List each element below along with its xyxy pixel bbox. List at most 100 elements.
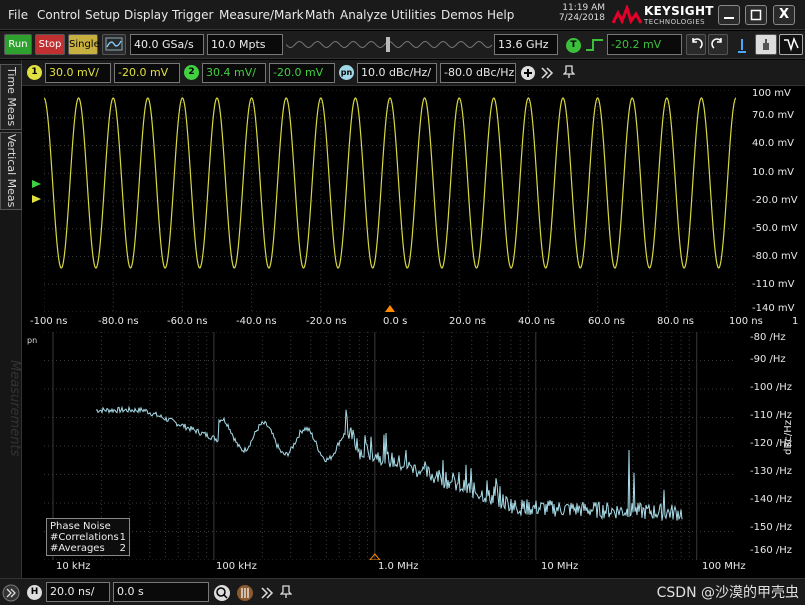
bandwidth-field[interactable]: 13.6 GHz — [494, 34, 558, 55]
menu-analyze[interactable]: Analyze — [340, 8, 387, 22]
menu-math[interactable]: Math — [305, 8, 335, 22]
maximize-icon — [750, 9, 762, 21]
channel-1-offset[interactable]: -20.0 mV — [114, 63, 180, 83]
x-tick: 80.0 ns — [657, 316, 694, 327]
time-axis: -100 ns -80.0 ns -60.0 ns -40.0 ns -20.0… — [26, 316, 805, 330]
pn-y-tick: -140 /Hz — [750, 494, 793, 505]
add-channel-icon[interactable] — [520, 65, 536, 81]
menu-utilities[interactable]: Utilities — [391, 8, 436, 22]
menu-help[interactable]: Help — [487, 8, 514, 22]
minimize-icon — [724, 17, 734, 19]
clock-time: 11:19 AM — [562, 3, 605, 13]
autoscale-icon — [105, 37, 123, 51]
waveform-overview[interactable] — [286, 34, 492, 55]
trigger-position-marker[interactable] — [385, 305, 395, 312]
time-meas-tab[interactable]: Time Meas — [0, 64, 22, 130]
y-tick: 40.0 mV — [752, 138, 795, 149]
x-tick: 40.0 ns — [518, 316, 555, 327]
touch-lock-button[interactable] — [755, 34, 777, 55]
x-tick: 100 ns — [729, 316, 763, 327]
pn-box-title: Phase Noise — [50, 521, 111, 532]
expand-channels-icon[interactable] — [540, 66, 554, 80]
pn-y-tick: -80 /Hz — [750, 332, 786, 343]
freq-tick: 10 MHz — [541, 561, 579, 572]
waveform-mode-icon — [784, 36, 799, 52]
close-button[interactable]: X — [773, 5, 795, 25]
trigger-level-field[interactable]: -20.2 mV — [607, 34, 682, 55]
memory-depth-field[interactable]: 10.0 Mpts — [207, 34, 283, 55]
y-tick: 70.0 mV — [752, 110, 795, 121]
pn-offset[interactable]: -80.0 dBc/Hz — [440, 63, 516, 83]
phase-noise-trace — [95, 405, 683, 521]
zoom-icon[interactable] — [213, 584, 231, 602]
voltage-axis: 100 mV 70.0 mV 40.0 mV 10.0 mV -20.0 mV … — [740, 88, 805, 320]
channel-2-marker[interactable] — [32, 180, 41, 188]
horizontal-position[interactable]: 0.0 s — [113, 582, 209, 602]
time-domain-waveform[interactable] — [44, 90, 736, 312]
measurements-watermark: Measurements — [7, 360, 22, 457]
phase-noise-info-box: Phase Noise #Correlations 1 #Averages 2 — [46, 518, 130, 556]
channel-1-scale[interactable]: 30.0 mV/ — [45, 63, 111, 83]
redo-button[interactable] — [708, 34, 728, 55]
channel-markers[interactable] — [30, 176, 44, 208]
maximize-button[interactable] — [745, 5, 767, 25]
freq-tick: 10 kHz — [56, 561, 91, 572]
menu-display[interactable]: Display — [124, 8, 168, 22]
minimize-button[interactable] — [718, 5, 740, 25]
menu-file[interactable]: File — [8, 8, 28, 22]
redo-icon — [711, 38, 722, 49]
expand-panel-icon[interactable] — [2, 584, 20, 602]
brand-name: KEYSIGHT — [644, 4, 714, 18]
freq-tick: 100 MHz — [702, 561, 746, 572]
single-button[interactable]: Single — [68, 34, 100, 55]
channel-1-badge[interactable]: 1 — [27, 65, 42, 80]
csdn-watermark: CSDN @沙漠的甲壳虫 — [656, 585, 799, 601]
expand-horizontal-icon[interactable] — [260, 586, 274, 600]
edge-label: 1 — [792, 316, 799, 327]
phase-noise-plot[interactable] — [44, 332, 736, 560]
sample-rate-field[interactable]: 40.0 GSa/s — [130, 34, 204, 55]
x-tick: -40.0 ns — [236, 316, 277, 327]
undo-icon — [692, 38, 703, 49]
trigger-edge-icon[interactable] — [585, 37, 605, 53]
menu-setup[interactable]: Setup — [85, 8, 120, 22]
vertical-meas-tab[interactable]: Vertical Meas — [0, 132, 22, 210]
channel-2-scale[interactable]: 30.4 mV/ — [202, 63, 266, 83]
y-tick: 10.0 mV — [752, 167, 795, 178]
channel-1-marker[interactable] — [32, 195, 41, 203]
pin-icon[interactable] — [563, 65, 575, 79]
pn-y-tick: -160 /Hz — [750, 545, 793, 556]
frequency-axis: 10 kHz 100 kHz 1.0 MHz 10 MHz 100 MHz — [26, 561, 805, 575]
menu-demos[interactable]: Demos — [441, 8, 483, 22]
pn-y-tick: -150 /Hz — [750, 522, 793, 533]
horizontal-badge[interactable]: H — [27, 585, 42, 600]
channel-2-offset[interactable]: -20.0 mV — [269, 63, 335, 83]
channel-bar: 1 30.0 mV/ -20.0 mV 2 30.4 mV/ -20.0 mV … — [0, 60, 805, 86]
pn-scale[interactable]: 10.0 dBc/Hz/ — [357, 63, 437, 83]
menu-trigger[interactable]: Trigger — [172, 8, 213, 22]
brand-sub: TECHNOLOGIES — [644, 18, 706, 26]
touch-icon[interactable] — [734, 36, 750, 54]
pn-grid — [44, 332, 736, 560]
x-tick: 60.0 ns — [588, 316, 625, 327]
scope-mode-button[interactable] — [779, 34, 803, 55]
bottom-pin-icon[interactable] — [280, 585, 292, 599]
y-tick: -50.0 mV — [752, 223, 798, 234]
y-tick: -80.0 mV — [752, 251, 798, 262]
trigger-badge[interactable]: T — [566, 38, 581, 53]
segments-icon[interactable] — [236, 584, 254, 602]
stop-button[interactable]: Stop — [35, 34, 65, 55]
overview-position-marker[interactable] — [386, 37, 390, 52]
menu-control[interactable]: Control — [37, 8, 80, 22]
run-button[interactable]: Run — [4, 34, 32, 55]
pn-corner-label: pn — [27, 336, 38, 345]
x-tick: -20.0 ns — [306, 316, 347, 327]
menu-measure-mark[interactable]: Measure/Mark — [219, 8, 304, 22]
channel-2-badge[interactable]: 2 — [184, 65, 199, 80]
pn-channel-badge[interactable]: pn — [339, 65, 354, 80]
horizontal-scale[interactable]: 20.0 ns/ — [46, 582, 110, 602]
autoscale-button[interactable] — [102, 34, 126, 55]
y-tick: -110 mV — [752, 279, 795, 290]
time-grid — [44, 90, 736, 312]
undo-button[interactable] — [686, 34, 706, 55]
